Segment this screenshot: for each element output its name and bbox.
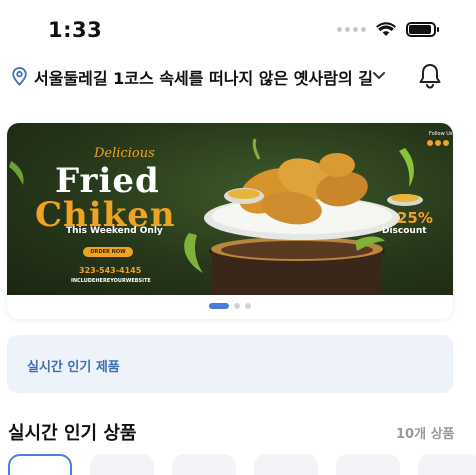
banner-carousel[interactable]: Delicious Fried Chiken This Weekend Only… (7, 123, 453, 319)
promo-label: 실시간 인기 제품 (27, 360, 120, 375)
chevron-down-icon[interactable] (372, 71, 386, 80)
realtime-popular-banner[interactable]: 실시간 인기 제품 (7, 335, 453, 393)
status-bar: 1:33 (0, 0, 476, 60)
status-time: 1:33 (48, 18, 103, 42)
pagination-dot[interactable] (245, 303, 251, 309)
banner-phone: 323-543-4145 (79, 266, 142, 275)
section-title: 실시간 인기 상품 (8, 423, 137, 444)
banner-script-text: Delicious (94, 146, 155, 161)
battery-icon (406, 22, 439, 37)
bell-icon[interactable] (418, 62, 442, 90)
banner-discount-label: Discount (382, 226, 427, 236)
banner-discount-percent: 25% (397, 209, 433, 227)
banner-website: INCLUDEHEREYOURWEBSITE (71, 278, 151, 284)
section-count: 10개 상품 (396, 427, 455, 442)
category-chip[interactable] (418, 454, 476, 475)
social-icons (427, 140, 449, 146)
pagination-dot-active[interactable] (209, 303, 229, 309)
category-chip[interactable] (336, 454, 400, 475)
location-pin-icon (12, 67, 27, 86)
banner-slide[interactable]: Delicious Fried Chiken This Weekend Only… (7, 123, 453, 295)
banner-subtitle: This Weekend Only (66, 226, 163, 236)
category-chip-active[interactable] (8, 454, 72, 475)
carousel-pagination[interactable] (7, 303, 453, 309)
location-bar[interactable]: 서울둘레길 1코스 속세를 떠나지 않은 옛사람의 길 (0, 58, 476, 96)
category-chip[interactable] (254, 454, 318, 475)
status-icons (337, 22, 439, 37)
location-text[interactable]: 서울둘레길 1코스 속세를 떠나지 않은 옛사람의 길 (34, 65, 373, 89)
banner-order-button: ORDER NOW (83, 247, 133, 257)
category-chip[interactable] (90, 454, 154, 475)
category-chip[interactable] (172, 454, 236, 475)
wifi-icon (376, 22, 396, 36)
signal-icon (337, 27, 366, 32)
pagination-dot[interactable] (234, 303, 240, 309)
category-chips[interactable] (8, 454, 476, 475)
banner-follow-text: Follow Us (429, 131, 453, 137)
